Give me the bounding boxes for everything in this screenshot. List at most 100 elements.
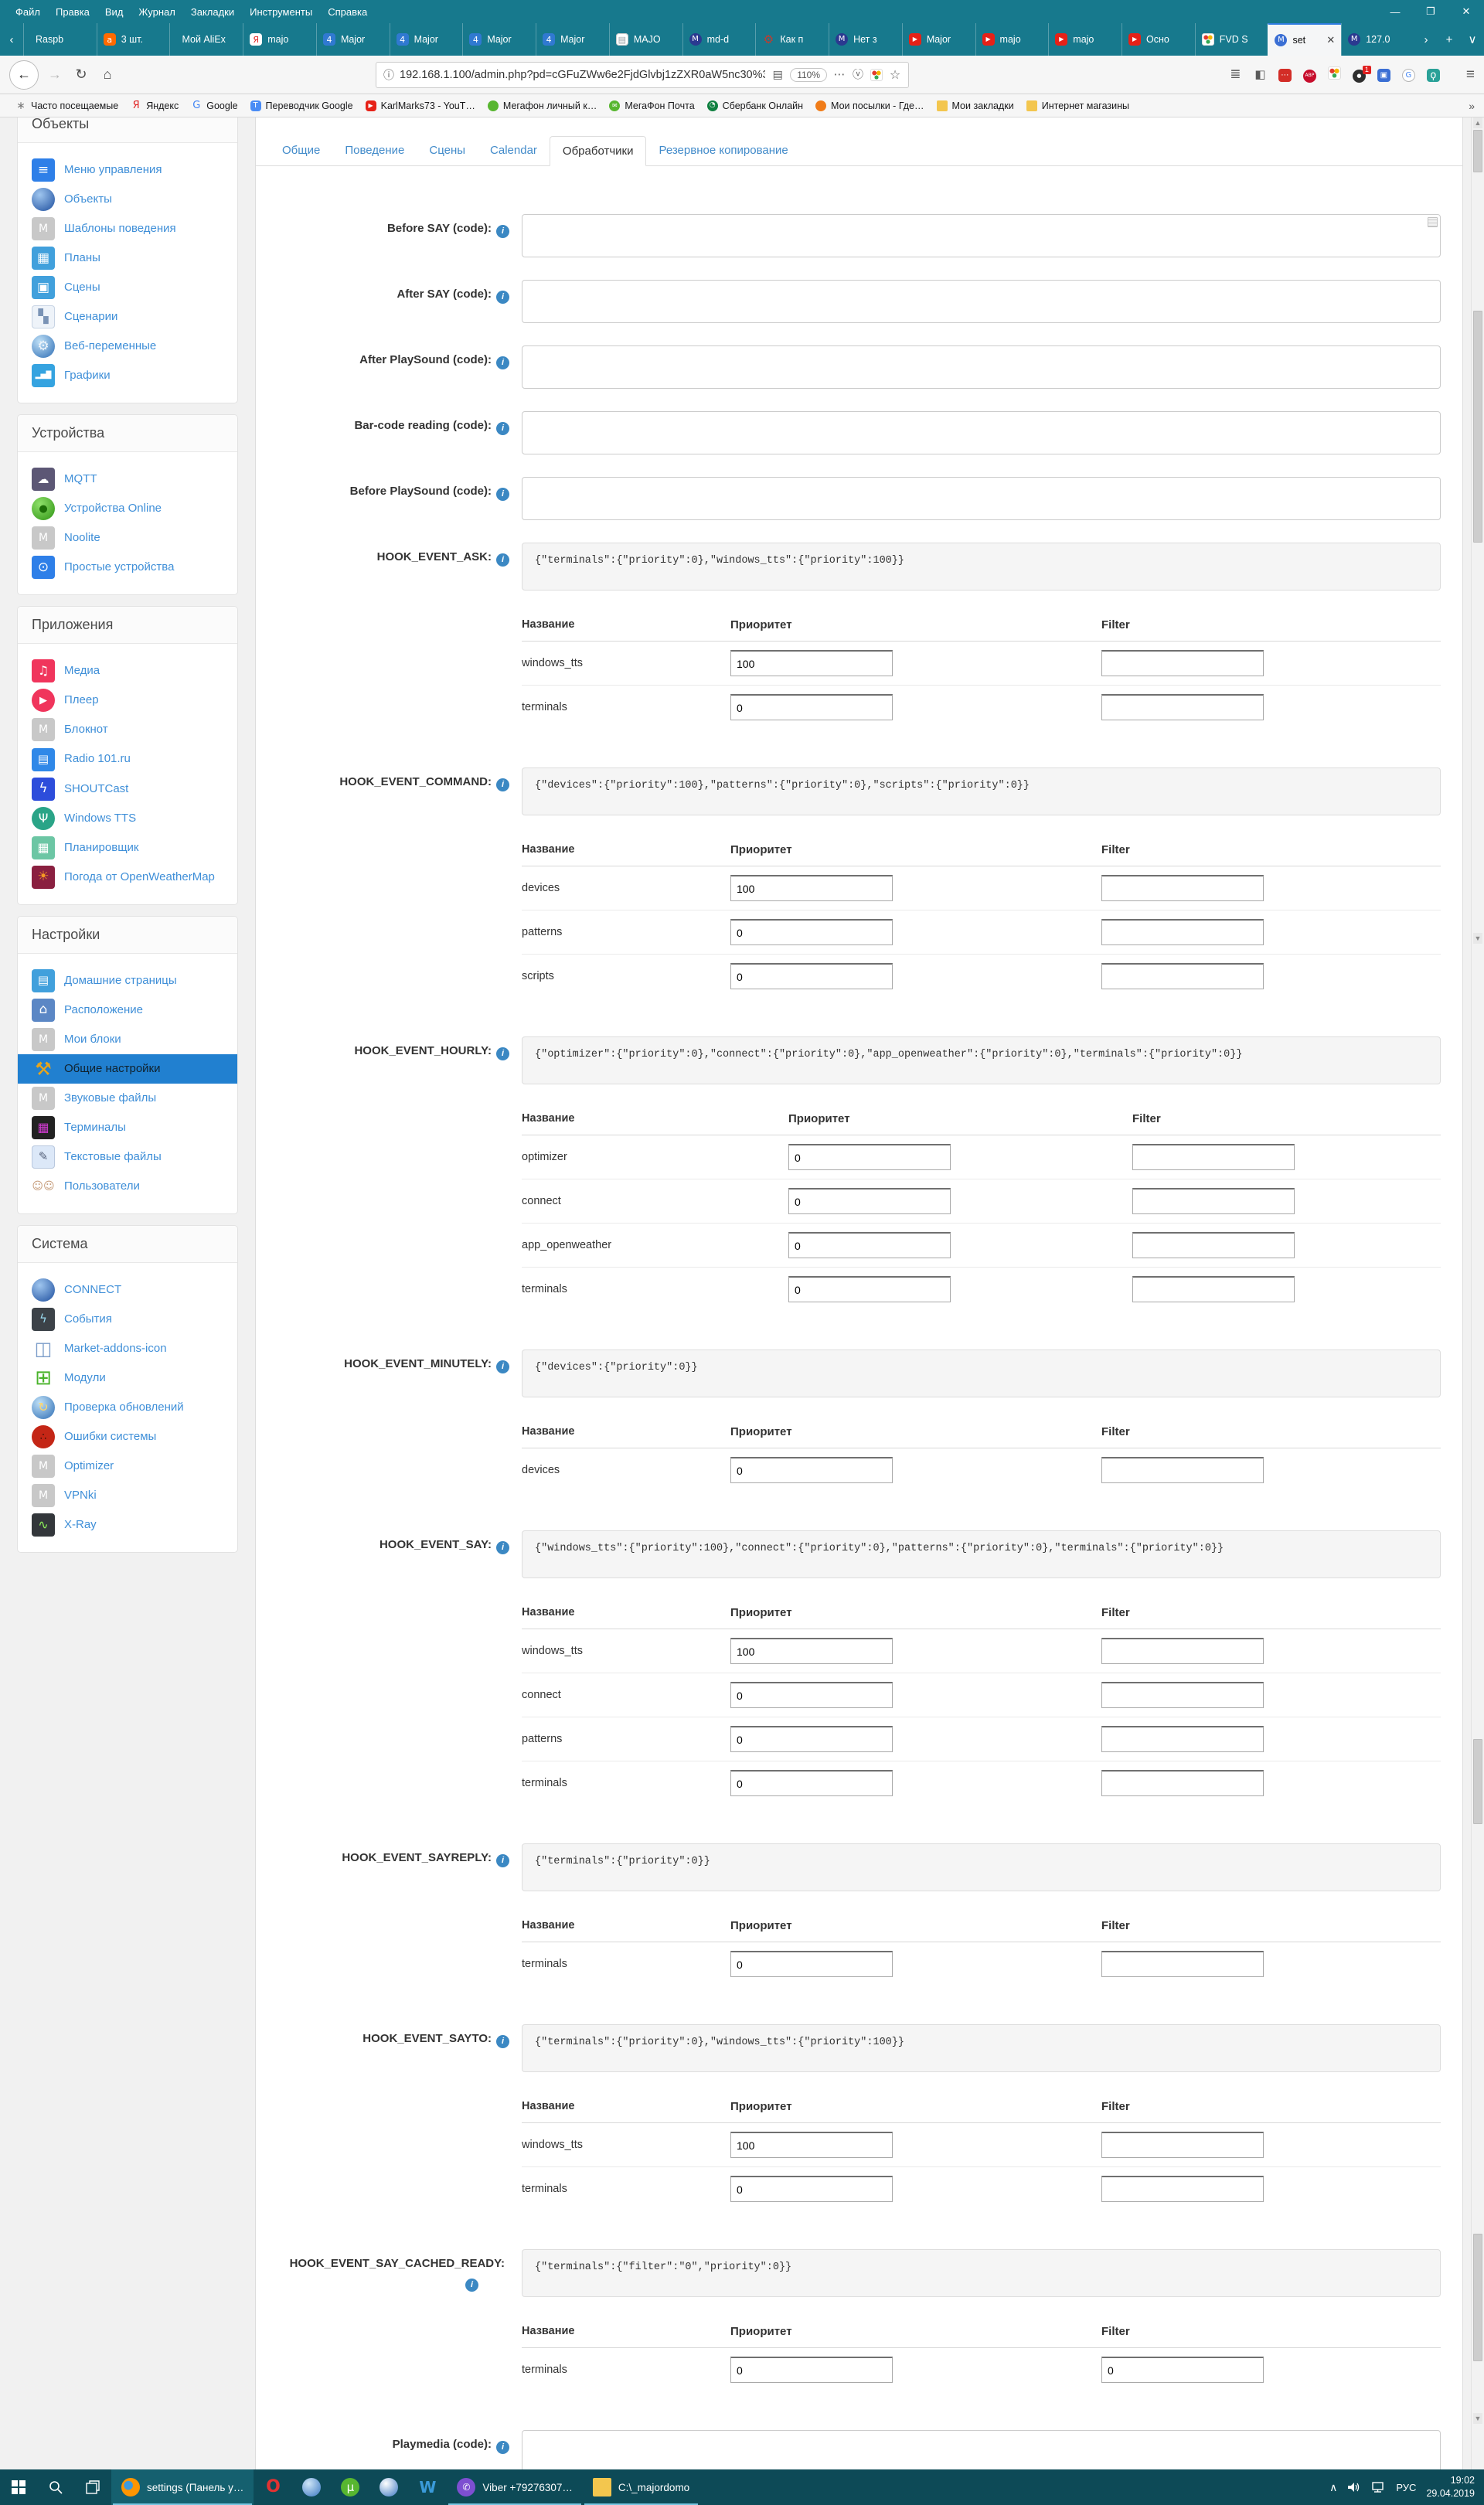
priority-input[interactable] [730,1682,893,1708]
priority-input[interactable] [730,2357,893,2383]
url-bar[interactable]: ⓘ 192.168.1.100/admin.php?pd=cGFuZWw6e2F… [376,62,909,88]
save-page-icon[interactable]: ▣ [1377,67,1390,83]
sidebar-item[interactable]: ♫Медиа [18,656,237,686]
sidebar-item[interactable]: ☀Погода от OpenWeatherMap [18,863,237,892]
code-textarea[interactable] [522,214,1441,257]
browser-tab[interactable]: ▶Осно [1122,23,1195,56]
filter-input[interactable] [1101,1726,1264,1752]
filter-input[interactable] [1132,1232,1295,1258]
priority-input[interactable] [788,1276,951,1302]
minimize-button[interactable]: — [1377,0,1413,23]
browser-tab[interactable]: ▤MAJO [609,23,682,56]
priority-input[interactable] [730,1951,893,1977]
info-icon[interactable]: i [496,1047,509,1060]
filter-input[interactable] [1132,1188,1295,1214]
sidebar-item[interactable]: ⌂Расположение [18,996,237,1025]
zoom-level[interactable]: 110% [790,68,827,82]
browser-tab[interactable]: Raspb [23,23,97,56]
code-textarea[interactable] [522,2430,1441,2469]
taskbar-app[interactable] [292,2469,331,2505]
sidebar-item[interactable]: ϟSHOUTCast [18,774,237,804]
priority-input[interactable] [730,694,893,720]
taskbar-app[interactable]: C:\_majordomo [583,2469,699,2505]
priority-input[interactable] [788,1144,951,1170]
sidebar-item[interactable]: MЗвуковые файлы [18,1084,237,1113]
sidebar-item[interactable]: MШаблоны поведения [18,214,237,243]
info-icon[interactable]: i [496,291,509,304]
downloads-icon[interactable]: ●1 [1353,67,1366,83]
bookmark-item[interactable]: Мои посылки - Где… [809,99,930,113]
language-indicator[interactable]: РУС [1396,2482,1416,2493]
tray-chevron-icon[interactable]: ∧ [1329,2481,1337,2494]
menu-item[interactable]: Закладки [183,6,242,18]
menu-item[interactable]: Справка [320,6,375,18]
settings-tab[interactable]: Обработчики [550,136,647,166]
bookmark-item[interactable]: ▶KarlMarks73 - YouT… [359,99,482,113]
scrollbar-thumb[interactable] [1473,130,1482,172]
taskbar-app[interactable]: µ [331,2469,369,2505]
browser-tab[interactable]: 4Major [536,23,609,56]
sidebar-item[interactable]: ●Устройства Online [18,494,237,523]
reload-button[interactable]: ↻ [68,62,94,88]
sidebar-item[interactable]: MБлокнот [18,715,237,744]
sidebar-item[interactable]: ▣Сцены [18,273,237,302]
browser-tab[interactable]: 4Major [316,23,390,56]
sidebar-item[interactable]: ▦Планировщик [18,833,237,863]
priority-input[interactable] [730,1457,893,1483]
sidebars-icon[interactable]: ◧ [1254,68,1267,82]
sidebar-item[interactable]: ϟСобытия [18,1305,237,1334]
scrollbar-thumb[interactable] [1473,2234,1482,2361]
browser-tab[interactable]: a3 шт. [97,23,170,56]
sidebar-item[interactable]: ⊞Модули [18,1363,237,1393]
filter-input[interactable] [1132,1144,1295,1170]
hamburger-menu-icon[interactable]: ≡ [1466,66,1475,83]
browser-tab[interactable]: Mset✕ [1268,23,1341,56]
page-actions-icon[interactable]: ⋯ [833,69,846,81]
library-icon[interactable]: ≣ [1229,68,1242,82]
browser-tab[interactable]: MНет з [829,23,902,56]
priority-input[interactable] [730,1638,893,1664]
browser-tab[interactable]: 4Major [390,23,463,56]
bookmark-item[interactable]: Интернет магазины [1020,99,1135,113]
new-tab-button[interactable]: + [1438,23,1461,56]
code-textarea[interactable] [522,345,1441,389]
browser-tab[interactable]: FVD S [1195,23,1268,56]
settings-tab[interactable]: Резервное копирование [646,136,800,166]
back-button[interactable]: ← [9,60,39,90]
taskbar-app[interactable] [369,2469,408,2505]
info-icon[interactable]: i [496,778,509,791]
close-button[interactable]: ✕ [1448,0,1484,23]
sidebar-item[interactable]: ⚒Общие настройки [18,1054,237,1084]
filter-input[interactable] [1101,1770,1264,1796]
filter-input[interactable] [1101,919,1264,945]
start-button[interactable] [0,2469,37,2505]
task-view-button[interactable] [74,2469,111,2505]
browser-tab[interactable]: Mmd-d [682,23,756,56]
sidebar-item[interactable]: MМои блоки [18,1025,237,1054]
filter-input[interactable] [1101,2132,1264,2158]
code-textarea[interactable] [522,280,1441,323]
filter-input[interactable] [1101,650,1264,676]
sidebar-item[interactable]: MVPNki [18,1481,237,1510]
sidebar-item[interactable]: CONNECT [18,1275,237,1305]
bookmarks-overflow-icon[interactable]: » [1469,100,1475,112]
adblock-plus-icon[interactable]: ABP [1303,66,1316,83]
priority-input[interactable] [730,650,893,676]
taskbar-search-button[interactable] [37,2469,74,2505]
priority-input[interactable] [730,963,893,989]
textarea-scroll-grip-icon[interactable] [1428,217,1438,227]
sidebar-item[interactable]: ⊙Простые устройства [18,553,237,582]
info-icon[interactable]: i [465,2279,478,2292]
speeddial-page-icon[interactable] [870,69,883,81]
sidebar-item[interactable]: ▂▅█Графики [18,361,237,390]
info-icon[interactable]: i [496,225,509,238]
sidebar-item[interactable]: ≡Меню управления [18,155,237,185]
info-icon[interactable]: i [496,1360,509,1373]
network-icon[interactable] [1371,2481,1386,2493]
scrollbar-down-icon[interactable]: ▼ [1473,2413,1482,2424]
bookmark-item[interactable]: ЯЯндекс [124,99,185,113]
filter-input[interactable] [1101,875,1264,901]
clock[interactable]: 19:02 29.04.2019 [1426,2474,1475,2501]
bookmark-item[interactable]: GGoogle [185,99,243,113]
filter-input[interactable] [1101,2357,1264,2383]
